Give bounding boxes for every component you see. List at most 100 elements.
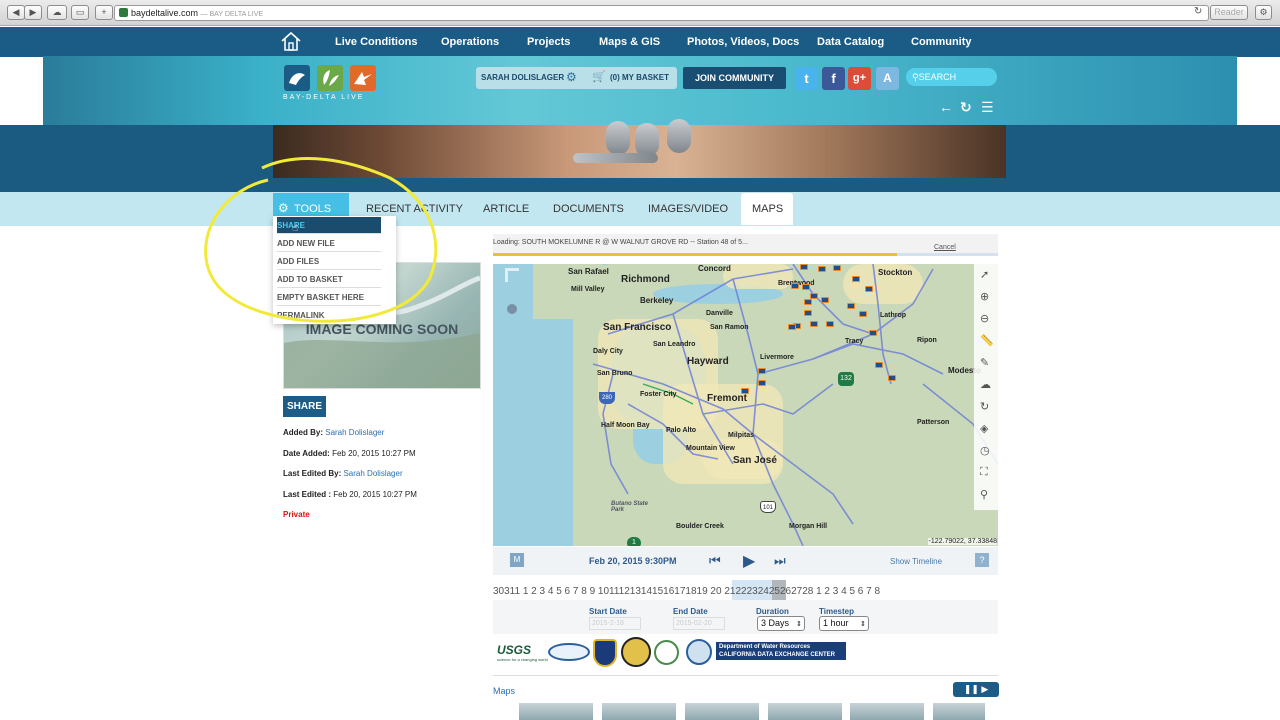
station-marker[interactable] — [869, 330, 877, 336]
menu-add-new-file[interactable]: ADD NEW FILE — [277, 235, 381, 252]
station-marker[interactable] — [875, 362, 883, 368]
rotate-icon[interactable]: ↻ — [980, 400, 989, 413]
map-thumbnail[interactable] — [768, 703, 842, 720]
cart-icon[interactable]: 🛒 — [592, 70, 606, 83]
help-button[interactable]: ? — [975, 553, 989, 567]
station-marker[interactable] — [741, 388, 749, 394]
tab-recent-activity[interactable]: RECENT ACTIVITY — [366, 203, 463, 215]
person-marker-icon[interactable] — [507, 304, 517, 314]
nav-data-catalog[interactable]: Data Catalog — [817, 36, 884, 48]
zoom-out-icon[interactable]: ⊖ — [980, 312, 989, 325]
user-name[interactable]: SARAH DOLISLAGER — [481, 73, 564, 82]
timestep-select[interactable]: 1 hour ⇕ — [819, 616, 869, 631]
layers-icon[interactable]: ◈ — [980, 422, 988, 435]
home-icon[interactable] — [280, 30, 302, 52]
nav-photos-videos-docs[interactable]: Photos, Videos, Docs — [687, 36, 799, 48]
clock-icon[interactable]: ◷ — [980, 444, 990, 457]
twitter-icon[interactable]: t — [795, 67, 818, 90]
facebook-icon[interactable]: f — [822, 67, 845, 90]
water-board-seal-icon[interactable] — [654, 637, 680, 667]
station-marker[interactable] — [888, 375, 896, 381]
menu-empty-basket[interactable]: EMPTY BASKET HERE — [277, 289, 381, 306]
ruler-icon[interactable]: 📏 — [980, 334, 994, 347]
google-plus-icon[interactable]: g+ — [848, 67, 871, 90]
join-community-button[interactable]: JOIN COMMUNITY — [683, 67, 786, 89]
map-thumbnail[interactable] — [519, 703, 593, 720]
usgs-logo[interactable]: USGS science for a changing world — [497, 637, 548, 667]
tab-article[interactable]: ARTICLE — [483, 203, 529, 215]
station-marker[interactable] — [791, 283, 799, 289]
cancel-link[interactable]: Cancel — [934, 244, 956, 251]
search-icon[interactable]: ⚲ — [980, 488, 988, 501]
reload-icon[interactable]: ↻ — [1194, 6, 1202, 17]
duration-select[interactable]: 3 Days ⇕ — [757, 616, 805, 631]
station-marker[interactable] — [859, 311, 867, 317]
station-marker[interactable] — [804, 310, 812, 316]
station-marker[interactable] — [852, 276, 860, 282]
day-ruler[interactable]: 30311 1 2 3 4 5 6 7 8 9 1011121314151617… — [493, 586, 880, 597]
station-marker[interactable] — [818, 266, 826, 272]
map-thumbnail[interactable] — [933, 703, 985, 720]
menu-permalink[interactable]: PERMALINK — [277, 307, 381, 324]
zoom-in-icon[interactable]: ⊕ — [980, 290, 989, 303]
station-marker[interactable] — [865, 286, 873, 292]
forward-icon[interactable]: ▶ — [24, 5, 42, 20]
map-thumbnail[interactable] — [850, 703, 924, 720]
map-thumbnail[interactable] — [685, 703, 759, 720]
gear-icon[interactable]: ⚙ — [566, 70, 577, 84]
skip-back-icon[interactable]: ⏮ — [709, 553, 721, 569]
nav-community[interactable]: Community — [911, 36, 972, 48]
pan-icon[interactable] — [505, 268, 519, 282]
station-marker[interactable] — [826, 321, 834, 327]
station-marker[interactable] — [833, 265, 841, 271]
map-viewer[interactable]: San Rafael Concord Stockton Mill Valley … — [493, 264, 998, 546]
map-thumbnail[interactable] — [602, 703, 676, 720]
station-marker[interactable] — [804, 299, 812, 305]
new-tab-icon[interactable]: + — [95, 5, 113, 20]
pencil-icon[interactable]: ✎ — [980, 356, 989, 369]
reader-button[interactable]: Reader — [1210, 5, 1248, 20]
station-marker[interactable] — [821, 297, 829, 303]
added-by-link[interactable]: Sarah Dolislager — [325, 428, 384, 437]
agency-seal-icon[interactable] — [548, 637, 590, 667]
station-marker[interactable] — [800, 264, 808, 270]
cloud-upload-icon[interactable]: ☁ — [980, 378, 991, 391]
nav-live-conditions[interactable]: Live Conditions — [335, 36, 418, 48]
start-date-input[interactable]: 2015-2-18 — [589, 617, 641, 630]
arrow-back-icon[interactable]: ← — [939, 99, 953, 115]
pause-icon[interactable]: ❚❚ — [964, 684, 979, 694]
nav-maps-gis[interactable]: Maps & GIS — [599, 36, 660, 48]
nav-projects[interactable]: Projects — [527, 36, 570, 48]
nav-operations[interactable]: Operations — [441, 36, 499, 48]
next-icon[interactable]: ▶ — [981, 684, 988, 694]
skip-forward-icon[interactable]: ⏭ — [774, 553, 786, 569]
carousel-controls[interactable]: ❚❚ ▶ — [953, 682, 999, 697]
basket-link[interactable]: (0) MY BASKET — [610, 73, 669, 82]
last-edited-by-link[interactable]: Sarah Dolislager — [343, 469, 402, 478]
tab-maps[interactable]: MAPS — [741, 193, 793, 225]
menu-add-to-basket[interactable]: ADD TO BASKET — [277, 271, 381, 288]
address-bar[interactable]: baydeltalive.com — BAY DELTA LIVE — [114, 5, 1209, 21]
station-marker[interactable] — [758, 368, 766, 374]
end-date-input[interactable]: 2015-02-20 — [673, 617, 725, 630]
list-icon[interactable]: ☰ — [981, 99, 994, 116]
station-marker[interactable] — [847, 303, 855, 309]
settings-icon[interactable]: ⚙ — [1255, 5, 1272, 20]
california-seal-icon[interactable] — [593, 637, 619, 667]
app-store-icon[interactable]: A — [876, 67, 899, 90]
menu-add-files[interactable]: ADD FILES — [277, 253, 381, 270]
cloud-icon[interactable]: ☁ — [47, 5, 67, 20]
station-marker[interactable] — [802, 284, 810, 290]
search-input[interactable]: ⚲SEARCH — [906, 68, 997, 86]
fullscreen-icon[interactable]: ⛶ — [980, 466, 988, 479]
pointer-icon[interactable]: ➚ — [980, 268, 989, 281]
m-button[interactable]: M — [510, 553, 524, 567]
tab-images-video[interactable]: IMAGES/VIDEO — [648, 203, 728, 215]
sidebar-icon[interactable]: ▭ — [71, 5, 89, 20]
tab-documents[interactable]: DOCUMENTS — [553, 203, 624, 215]
show-timeline-link[interactable]: Show Timeline — [890, 557, 942, 566]
swamp-logo-icon[interactable] — [686, 637, 713, 667]
station-marker[interactable] — [788, 324, 796, 330]
share-button[interactable]: SHARE — [283, 396, 326, 417]
back-icon[interactable]: ◀ — [7, 5, 25, 20]
